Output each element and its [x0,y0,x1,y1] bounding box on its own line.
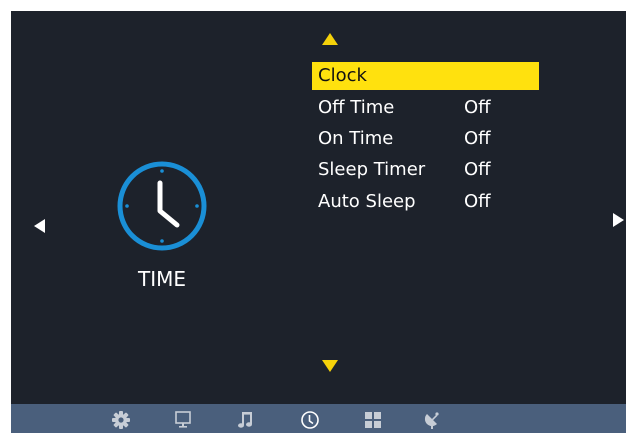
menu-item-value: Off [464,97,491,118]
menu-item-value: Off [464,191,491,212]
menu-item-label: On Time [318,128,394,149]
gear-icon[interactable] [111,410,131,430]
menu-item-auto-sleep[interactable]: Auto Sleep Off [312,188,539,216]
scroll-up-arrow-icon[interactable] [322,33,338,45]
menu-item-value: Off [464,128,491,149]
menu-item-label: Clock [318,65,367,86]
satellite-dish-icon[interactable] [424,410,444,430]
menu-item-clock[interactable]: Clock [312,62,539,90]
previous-page-arrow-icon[interactable] [34,219,45,233]
monitor-icon[interactable] [173,410,193,430]
clock-icon[interactable] [300,410,320,430]
grid-icon[interactable] [363,410,383,430]
section-title: TIME [137,267,186,291]
menu-item-label: Sleep Timer [318,159,426,180]
menu-item-value: Off [464,159,491,180]
menu-item-sleep-timer[interactable]: Sleep Timer Off [312,156,539,184]
menu-item-label: Off Time [318,97,395,118]
music-note-icon[interactable] [236,410,256,430]
clock-icon [117,161,207,251]
scroll-down-arrow-icon[interactable] [322,360,338,372]
menu-item-label: Auto Sleep [318,191,416,212]
next-page-arrow-icon[interactable] [613,213,624,227]
menu-item-on-time[interactable]: On Time Off [312,125,539,153]
menu-item-off-time[interactable]: Off Time Off [312,94,539,122]
